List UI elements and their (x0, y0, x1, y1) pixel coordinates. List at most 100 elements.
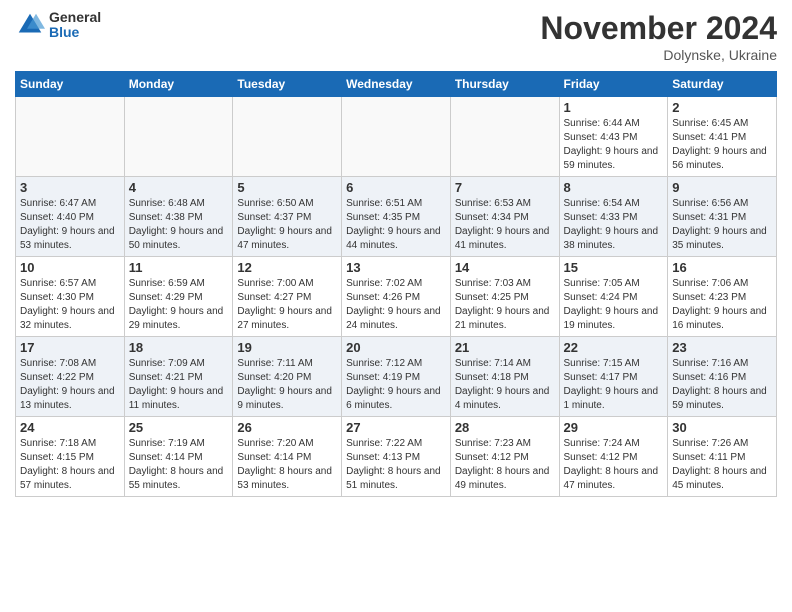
calendar-cell: 22 Sunrise: 7:15 AM Sunset: 4:17 PM Dayli… (559, 337, 668, 417)
day-number: 13 (346, 260, 446, 275)
day-detail: Sunrise: 7:05 AM Sunset: 4:24 PM Dayligh… (564, 277, 664, 333)
day-detail: Sunrise: 7:24 AM Sunset: 4:12 PM Dayligh… (564, 437, 664, 493)
calendar-cell (124, 97, 233, 177)
day-number: 9 (672, 180, 772, 195)
calendar-week-row: 1 Sunrise: 6:44 AM Sunset: 4:43 PM Daylig… (16, 97, 777, 177)
day-detail: Sunrise: 7:12 AM Sunset: 4:19 PM Dayligh… (346, 357, 446, 413)
day-detail: Sunrise: 6:54 AM Sunset: 4:33 PM Dayligh… (564, 197, 664, 253)
day-detail: Sunrise: 6:56 AM Sunset: 4:31 PM Dayligh… (672, 197, 772, 253)
day-detail: Sunrise: 7:18 AM Sunset: 4:15 PM Dayligh… (20, 437, 120, 493)
calendar-cell: 8 Sunrise: 6:54 AM Sunset: 4:33 PM Daylig… (559, 177, 668, 257)
calendar-cell: 11 Sunrise: 6:59 AM Sunset: 4:29 PM Dayli… (124, 257, 233, 337)
header: General Blue November 2024 Dolynske, Ukr… (15, 10, 777, 63)
day-detail: Sunrise: 7:00 AM Sunset: 4:27 PM Dayligh… (237, 277, 337, 333)
calendar-cell: 9 Sunrise: 6:56 AM Sunset: 4:31 PM Daylig… (668, 177, 777, 257)
col-wednesday: Wednesday (342, 72, 451, 97)
col-tuesday: Tuesday (233, 72, 342, 97)
calendar-cell: 4Sunrise: 6:48 AM Sunset: 4:38 PM Daylig… (124, 177, 233, 257)
day-detail: Sunrise: 6:57 AM Sunset: 4:30 PM Dayligh… (20, 277, 120, 333)
day-number: 5 (237, 180, 337, 195)
day-number: 20 (346, 340, 446, 355)
day-number: 12 (237, 260, 337, 275)
day-detail: Sunrise: 6:53 AM Sunset: 4:34 PM Dayligh… (455, 197, 555, 253)
calendar-cell: 20 Sunrise: 7:12 AM Sunset: 4:19 PM Dayli… (342, 337, 451, 417)
day-detail: Sunrise: 7:06 AM Sunset: 4:23 PM Dayligh… (672, 277, 772, 333)
calendar-week-row: 3 Sunrise: 6:47 AM Sunset: 4:40 PM Daylig… (16, 177, 777, 257)
calendar-cell: 18Sunrise: 7:09 AM Sunset: 4:21 PM Dayli… (124, 337, 233, 417)
calendar-cell: 1 Sunrise: 6:44 AM Sunset: 4:43 PM Daylig… (559, 97, 668, 177)
day-number: 26 (237, 420, 337, 435)
day-number: 3 (20, 180, 120, 195)
day-detail: Sunrise: 6:50 AM Sunset: 4:37 PM Dayligh… (237, 197, 337, 253)
day-number: 25 (129, 420, 229, 435)
day-number: 28 (455, 420, 555, 435)
day-number: 10 (20, 260, 120, 275)
day-number: 22 (564, 340, 664, 355)
col-friday: Friday (559, 72, 668, 97)
calendar-cell: 10 Sunrise: 6:57 AM Sunset: 4:30 PM Dayli… (16, 257, 125, 337)
calendar-cell: 14Sunrise: 7:03 AM Sunset: 4:25 PM Dayli… (450, 257, 559, 337)
calendar-cell (233, 97, 342, 177)
day-number: 7 (455, 180, 555, 195)
calendar-cell: 3 Sunrise: 6:47 AM Sunset: 4:40 PM Daylig… (16, 177, 125, 257)
day-detail: Sunrise: 7:26 AM Sunset: 4:11 PM Dayligh… (672, 437, 772, 493)
logo-text: General Blue (49, 10, 101, 41)
day-detail: Sunrise: 7:14 AM Sunset: 4:18 PM Dayligh… (455, 357, 555, 413)
calendar-cell (450, 97, 559, 177)
day-detail: Sunrise: 7:15 AM Sunset: 4:17 PM Dayligh… (564, 357, 664, 413)
logo-blue: Blue (49, 25, 101, 40)
calendar-cell: 6 Sunrise: 6:51 AM Sunset: 4:35 PM Daylig… (342, 177, 451, 257)
day-number: 6 (346, 180, 446, 195)
logo: General Blue (15, 10, 101, 41)
day-number: 29 (564, 420, 664, 435)
calendar-cell: 2Sunrise: 6:45 AM Sunset: 4:41 PM Daylig… (668, 97, 777, 177)
calendar-cell: 29 Sunrise: 7:24 AM Sunset: 4:12 PM Dayli… (559, 417, 668, 497)
calendar-cell: 25Sunrise: 7:19 AM Sunset: 4:14 PM Dayli… (124, 417, 233, 497)
calendar-cell: 16 Sunrise: 7:06 AM Sunset: 4:23 PM Dayli… (668, 257, 777, 337)
day-number: 1 (564, 100, 664, 115)
calendar-cell: 17Sunrise: 7:08 AM Sunset: 4:22 PM Dayli… (16, 337, 125, 417)
day-number: 30 (672, 420, 772, 435)
day-number: 18 (129, 340, 229, 355)
col-monday: Monday (124, 72, 233, 97)
calendar-cell: 27 Sunrise: 7:22 AM Sunset: 4:13 PM Dayli… (342, 417, 451, 497)
logo-general: General (49, 10, 101, 25)
calendar-cell: 5 Sunrise: 6:50 AM Sunset: 4:37 PM Daylig… (233, 177, 342, 257)
calendar-week-row: 24 Sunrise: 7:18 AM Sunset: 4:15 PM Dayli… (16, 417, 777, 497)
calendar-cell: 19Sunrise: 7:11 AM Sunset: 4:20 PM Dayli… (233, 337, 342, 417)
calendar-table: Sunday Monday Tuesday Wednesday Thursday… (15, 71, 777, 497)
day-detail: Sunrise: 7:08 AM Sunset: 4:22 PM Dayligh… (20, 357, 120, 413)
calendar-cell: 15 Sunrise: 7:05 AM Sunset: 4:24 PM Dayli… (559, 257, 668, 337)
day-number: 15 (564, 260, 664, 275)
day-number: 4 (129, 180, 229, 195)
day-detail: Sunrise: 6:44 AM Sunset: 4:43 PM Dayligh… (564, 117, 664, 173)
location: Dolynske, Ukraine (540, 47, 777, 63)
title-block: November 2024 Dolynske, Ukraine (540, 10, 777, 63)
day-number: 11 (129, 260, 229, 275)
calendar-cell: 30 Sunrise: 7:26 AM Sunset: 4:11 PM Dayli… (668, 417, 777, 497)
calendar-cell: 13Sunrise: 7:02 AM Sunset: 4:26 PM Dayli… (342, 257, 451, 337)
day-number: 24 (20, 420, 120, 435)
day-number: 8 (564, 180, 664, 195)
col-saturday: Saturday (668, 72, 777, 97)
logo-icon (15, 10, 45, 40)
calendar-cell: 26Sunrise: 7:20 AM Sunset: 4:14 PM Dayli… (233, 417, 342, 497)
day-detail: Sunrise: 7:22 AM Sunset: 4:13 PM Dayligh… (346, 437, 446, 493)
calendar-week-row: 17Sunrise: 7:08 AM Sunset: 4:22 PM Dayli… (16, 337, 777, 417)
day-detail: Sunrise: 6:59 AM Sunset: 4:29 PM Dayligh… (129, 277, 229, 333)
day-number: 16 (672, 260, 772, 275)
calendar-cell (342, 97, 451, 177)
day-number: 21 (455, 340, 555, 355)
col-thursday: Thursday (450, 72, 559, 97)
month-title: November 2024 (540, 10, 777, 47)
day-detail: Sunrise: 6:47 AM Sunset: 4:40 PM Dayligh… (20, 197, 120, 253)
day-number: 23 (672, 340, 772, 355)
col-sunday: Sunday (16, 72, 125, 97)
day-number: 14 (455, 260, 555, 275)
day-detail: Sunrise: 7:23 AM Sunset: 4:12 PM Dayligh… (455, 437, 555, 493)
page-container: General Blue November 2024 Dolynske, Ukr… (0, 0, 792, 507)
day-number: 27 (346, 420, 446, 435)
calendar-week-row: 10 Sunrise: 6:57 AM Sunset: 4:30 PM Dayli… (16, 257, 777, 337)
day-detail: Sunrise: 6:51 AM Sunset: 4:35 PM Dayligh… (346, 197, 446, 253)
calendar-cell: 7 Sunrise: 6:53 AM Sunset: 4:34 PM Daylig… (450, 177, 559, 257)
